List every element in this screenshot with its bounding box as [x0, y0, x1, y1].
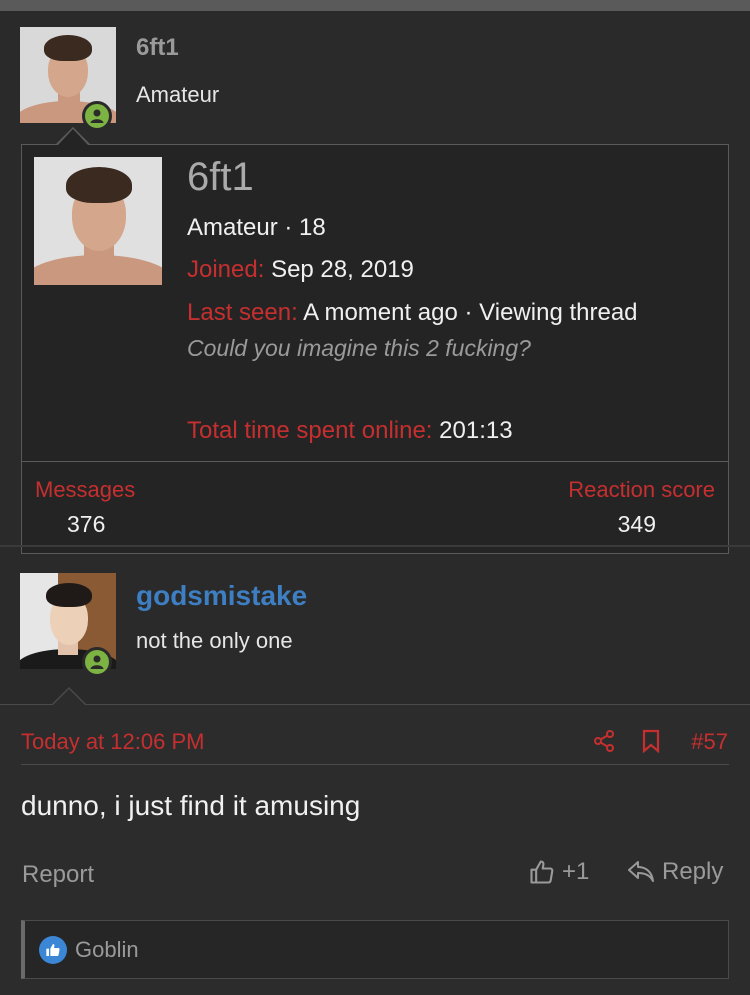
thumbs-up-icon	[530, 860, 554, 884]
top-bar	[0, 0, 750, 11]
report-link[interactable]: Report	[22, 861, 94, 889]
post-divider	[0, 545, 750, 547]
reply-button[interactable]: Reply	[626, 858, 723, 886]
post-username[interactable]: 6ft1	[136, 34, 179, 62]
last-seen-value: A moment ago · Viewing thread	[303, 299, 638, 326]
reply-icon	[628, 861, 654, 882]
post-user-title: not the only one	[136, 628, 293, 653]
tooltip-avatar[interactable]	[34, 157, 162, 285]
tooltip-time-online: Total time spent online: 201:13	[187, 417, 513, 445]
tooltip-username[interactable]: 6ft1	[187, 155, 254, 200]
reaction-users[interactable]: Goblin	[75, 937, 139, 963]
bookmark-icon[interactable]	[638, 728, 664, 754]
tooltip-user-title: Amateur · 18	[187, 214, 326, 241]
messages-label: Messages	[35, 477, 136, 502]
time-online-label: Total time spent online:	[187, 417, 433, 444]
tooltip-divider	[22, 461, 728, 462]
online-status-icon	[82, 647, 112, 677]
last-seen-label: Last seen:	[187, 299, 298, 326]
messages-value[interactable]: 376	[67, 511, 105, 538]
reactions-bar[interactable]: Goblin	[21, 920, 729, 979]
post-message: dunno, i just find it amusing	[21, 790, 361, 821]
reaction-score-label: Reaction score	[568, 477, 715, 502]
reaction-score-value[interactable]: 349	[618, 511, 656, 538]
time-online-value: 201:13	[439, 417, 513, 444]
joined-value: Sep 28, 2019	[271, 256, 414, 283]
like-button[interactable]: +1	[528, 858, 589, 886]
tooltip-status-message: Could you imagine this 2 fucking?	[187, 335, 531, 361]
share-icon[interactable]	[591, 728, 617, 754]
post-username[interactable]: godsmistake	[136, 580, 307, 612]
post-arrow-inner	[53, 689, 85, 705]
post-number[interactable]: #57	[691, 729, 728, 755]
post-meta-divider	[21, 764, 729, 765]
joined-label: Joined:	[187, 256, 265, 283]
like-reaction-icon	[39, 935, 67, 964]
tooltip-arrow-inner	[58, 129, 88, 145]
tooltip-last-seen: Last seen: A moment ago · Viewing thread	[187, 299, 638, 327]
tooltip-joined: Joined: Sep 28, 2019	[187, 256, 414, 284]
post-timestamp[interactable]: Today at 12:06 PM	[21, 729, 204, 755]
post-user-title: Amateur	[136, 82, 220, 107]
reply-label: Reply	[662, 858, 724, 885]
like-count: +1	[562, 858, 590, 885]
member-tooltip-card: 6ft1 Amateur · 18 Joined: Sep 28, 2019 L…	[21, 144, 729, 554]
